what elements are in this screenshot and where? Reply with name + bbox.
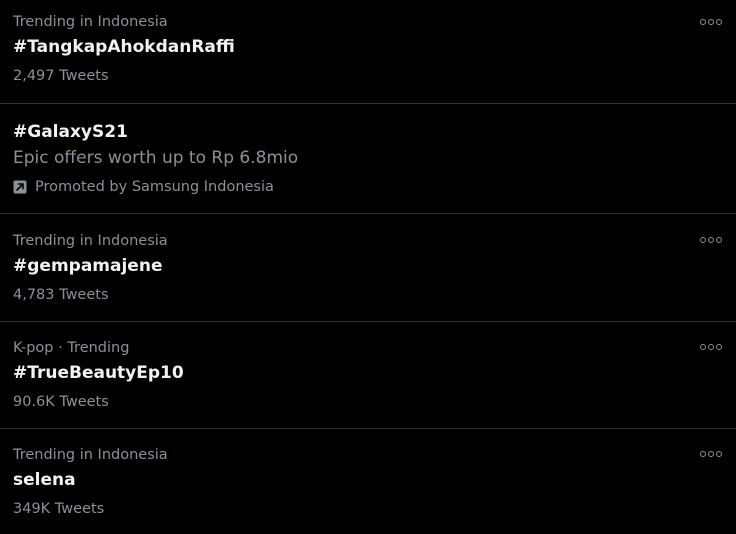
trend-context: K-pop · Trending bbox=[13, 340, 130, 356]
trend-item[interactable]: Trending in Indonesia #TangkapAhokdanRaf… bbox=[0, 0, 736, 104]
trend-tweet-count: 4,783 Tweets bbox=[13, 287, 109, 303]
trend-context: Trending in Indonesia bbox=[13, 233, 168, 249]
more-options-button[interactable] bbox=[700, 448, 722, 460]
promoted-by: Promoted by Samsung Indonesia bbox=[13, 177, 723, 197]
more-horizontal-icon bbox=[700, 451, 706, 457]
trend-item[interactable]: Trending in Indonesia selena 349K Tweets bbox=[0, 429, 736, 534]
trend-item[interactable]: Trending in Indonesia #gempamajene 4,783… bbox=[0, 214, 736, 322]
promoted-label: Promoted by Samsung Indonesia bbox=[35, 179, 274, 195]
trend-context: Trending in Indonesia bbox=[13, 14, 168, 30]
trend-tweet-count: 2,497 Tweets bbox=[13, 68, 109, 84]
trend-title: #GalaxyS21 bbox=[13, 122, 128, 142]
trend-tweet-count: 349K Tweets bbox=[13, 501, 105, 517]
more-horizontal-icon bbox=[700, 344, 706, 350]
trend-title: #gempamajene bbox=[13, 256, 163, 276]
promoted-arrow-icon bbox=[13, 180, 27, 194]
trends-list: Trending in Indonesia #TangkapAhokdanRaf… bbox=[0, 0, 736, 534]
promoted-description: Epic offers worth up to Rp 6.8mio bbox=[13, 148, 299, 168]
trend-title: selena bbox=[13, 470, 76, 490]
trend-tweet-count: 90.6K Tweets bbox=[13, 394, 109, 410]
promoted-trend-item[interactable]: #GalaxyS21 Epic offers worth up to Rp 6.… bbox=[0, 104, 736, 214]
more-options-button[interactable] bbox=[700, 234, 722, 246]
more-options-button[interactable] bbox=[700, 341, 722, 353]
trend-title: #TangkapAhokdanRaffi bbox=[13, 37, 235, 57]
trend-title: #TrueBeautyEp10 bbox=[13, 363, 184, 383]
trend-item[interactable]: K-pop · Trending #TrueBeautyEp10 90.6K T… bbox=[0, 322, 736, 429]
trend-context: Trending in Indonesia bbox=[13, 447, 168, 463]
more-options-button[interactable] bbox=[700, 16, 722, 28]
more-horizontal-icon bbox=[700, 237, 706, 243]
more-horizontal-icon bbox=[700, 19, 706, 25]
